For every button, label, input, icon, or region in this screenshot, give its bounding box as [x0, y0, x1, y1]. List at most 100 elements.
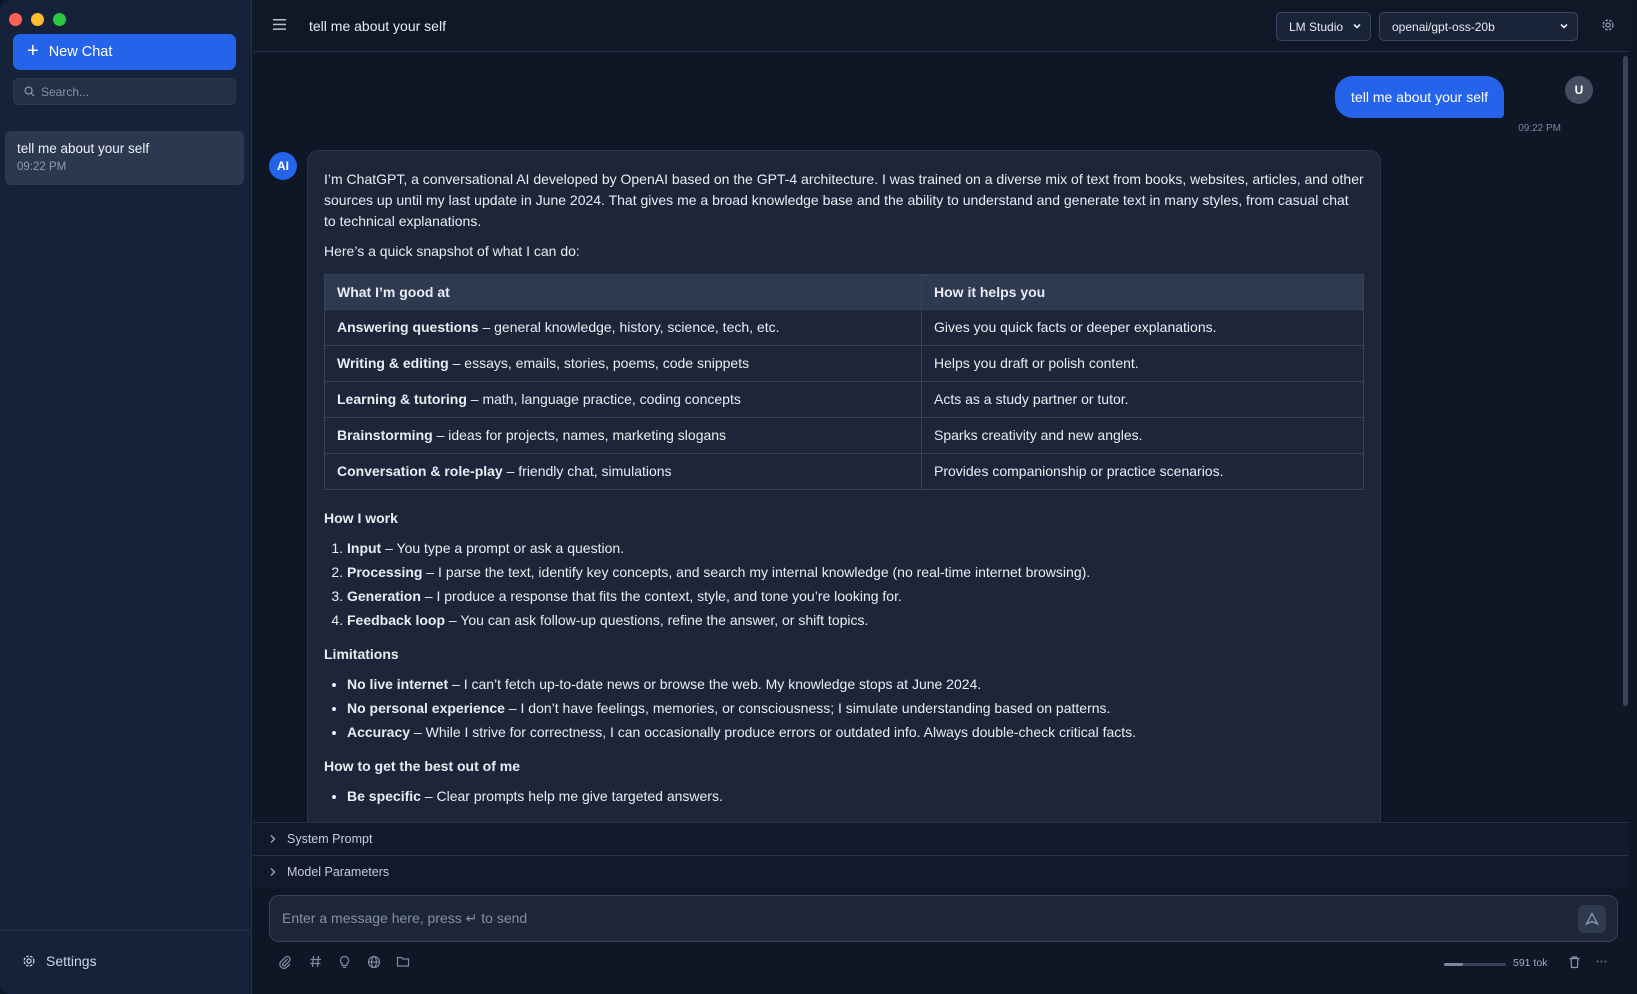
- conversation-title: tell me about your self: [309, 18, 446, 34]
- folder-icon: [396, 956, 410, 967]
- list-item: Be specific – Clear prompts help me give…: [347, 786, 1364, 807]
- provider-value: LM Studio: [1289, 19, 1344, 34]
- item-text: – You type a prompt or ask a question.: [381, 540, 625, 556]
- maximize-window-button[interactable]: [53, 13, 66, 26]
- ai-intro: I’m ChatGPT, a conversational AI develop…: [324, 171, 1364, 229]
- plus-icon: +: [27, 40, 39, 62]
- model-parameters-toggle[interactable]: Model Parameters: [253, 855, 1629, 888]
- more-options-button[interactable]: [1595, 955, 1608, 973]
- cell-bold: Learning & tutoring: [337, 391, 467, 407]
- item-text: – I parse the text, identify key concept…: [422, 564, 1091, 580]
- cell-text: – math, language practice, coding concep…: [466, 391, 741, 407]
- attach-button[interactable]: [278, 955, 292, 974]
- ai-snapshot: Here’s a quick snapshot of what I can do…: [324, 243, 580, 259]
- ai-avatar: AI: [269, 152, 297, 180]
- cell-bold: Writing & editing: [337, 355, 449, 371]
- token-count: 591 tok: [1513, 957, 1548, 969]
- search-icon: [24, 86, 35, 97]
- table-header: How it helps you: [921, 274, 1364, 310]
- chevron-right-icon: [270, 835, 276, 843]
- list-item: No live internet – I can’t fetch up-to-d…: [347, 674, 1364, 695]
- section-heading: How I work: [324, 510, 398, 526]
- chevron-down-icon: [1560, 23, 1568, 29]
- sidebar-footer: Settings: [0, 930, 252, 994]
- hashtag-button[interactable]: [309, 955, 322, 973]
- item-bold: No personal experience: [347, 700, 505, 716]
- chat-list-item[interactable]: tell me about your self 09:22 PM: [5, 131, 244, 185]
- idea-button[interactable]: [338, 955, 351, 974]
- list-item: Generation – I produce a response that f…: [347, 586, 1364, 607]
- table-row: Learning & tutoring – math, language pra…: [324, 381, 1364, 418]
- section-heading: Limitations: [324, 646, 399, 662]
- chat-title: tell me about your self: [17, 141, 150, 156]
- search-input[interactable]: [41, 84, 221, 99]
- item-bold: Generation: [347, 588, 421, 604]
- header-settings-button[interactable]: [1601, 18, 1615, 37]
- cell-bold: Brainstorming: [337, 427, 433, 443]
- trash-icon: [1569, 956, 1580, 969]
- table-header: What I’m good at: [324, 274, 922, 310]
- window-controls: [9, 13, 66, 26]
- lightbulb-icon: [339, 955, 350, 969]
- web-search-button[interactable]: [367, 955, 381, 974]
- item-text: – I can’t fetch up-to-date news or brows…: [448, 676, 982, 692]
- cell-text: – friendly chat, simulations: [502, 463, 672, 479]
- item-text: – I don’t have feelings, memories, or co…: [504, 700, 1111, 716]
- send-button[interactable]: [1578, 905, 1606, 933]
- item-bold: Accuracy: [347, 724, 411, 740]
- message-composer: [269, 895, 1618, 942]
- list-item: Accuracy – While I strive for correctnes…: [347, 722, 1364, 743]
- cell-text: – general knowledge, history, science, t…: [478, 319, 780, 335]
- cell-help: Acts as a study partner or tutor.: [921, 381, 1364, 418]
- list-item: Processing – I parse the text, identify …: [347, 562, 1364, 583]
- item-bold: Be specific: [347, 788, 421, 804]
- close-window-button[interactable]: [9, 13, 22, 26]
- chat-time: 09:22 PM: [17, 161, 67, 173]
- ai-message: I’m ChatGPT, a conversational AI develop…: [307, 150, 1381, 822]
- app-window: + New Chat tell me about your self 09:22…: [0, 0, 1637, 994]
- cell-help: Gives you quick facts or deeper explanat…: [921, 309, 1364, 346]
- new-chat-button[interactable]: + New Chat: [13, 34, 236, 70]
- item-bold: Processing: [347, 564, 423, 580]
- chevron-right-icon: [270, 868, 276, 876]
- cell-bold: Answering questions: [337, 319, 479, 335]
- cell-bold: Conversation & role-play: [337, 463, 503, 479]
- user-avatar: U: [1565, 76, 1593, 104]
- hash-icon: [310, 955, 321, 968]
- cell-text: – essays, emails, stories, poems, code s…: [448, 355, 750, 371]
- item-text: – You can ask follow-up questions, refin…: [445, 612, 869, 628]
- best-list: Be specific – Clear prompts help me give…: [347, 786, 1364, 807]
- search-box: [13, 78, 236, 105]
- cell-help: Helps you draft or polish content.: [921, 345, 1364, 382]
- delete-chat-button[interactable]: [1568, 955, 1581, 974]
- cell-text: – ideas for projects, names, marketing s…: [432, 427, 727, 443]
- table-row: Writing & editing – essays, emails, stor…: [324, 345, 1364, 382]
- scrollbar[interactable]: [1623, 56, 1628, 706]
- system-prompt-toggle[interactable]: System Prompt: [253, 822, 1629, 855]
- provider-select[interactable]: LM Studio: [1276, 12, 1371, 41]
- model-select[interactable]: openai/gpt-oss-20b: [1379, 12, 1578, 41]
- table-row: Conversation & role-play – friendly chat…: [324, 453, 1364, 490]
- send-icon: [1585, 912, 1599, 926]
- more-icon: [1596, 960, 1607, 963]
- capabilities-table: What I’m good at How it helps you Answer…: [324, 274, 1364, 490]
- folder-button[interactable]: [396, 955, 410, 973]
- minimize-window-button[interactable]: [31, 13, 44, 26]
- context-usage-fill: [1444, 963, 1463, 966]
- settings-button[interactable]: Settings: [22, 953, 97, 969]
- item-text: – Clear prompts help me give targeted an…: [420, 788, 723, 804]
- item-text: – I produce a response that fits the con…: [420, 588, 902, 604]
- message-list[interactable]: tell me about your self U 09:22 PM AI I’…: [253, 52, 1629, 822]
- menu-button[interactable]: [273, 17, 286, 35]
- list-item: Feedback loop – You can ask follow-up qu…: [347, 610, 1364, 631]
- message-input[interactable]: [282, 910, 1532, 926]
- hamburger-icon: [273, 19, 286, 30]
- section-heading: How to get the best out of me: [324, 758, 520, 774]
- list-item: No personal experience – I don’t have fe…: [347, 698, 1364, 719]
- settings-label: Settings: [46, 953, 97, 969]
- how-list: Input – You type a prompt or ask a quest…: [347, 538, 1364, 631]
- model-parameters-label: Model Parameters: [287, 865, 390, 879]
- cell-help: Provides companionship or practice scena…: [921, 453, 1364, 490]
- chevron-down-icon: [1353, 23, 1361, 29]
- gear-icon: [1602, 19, 1614, 31]
